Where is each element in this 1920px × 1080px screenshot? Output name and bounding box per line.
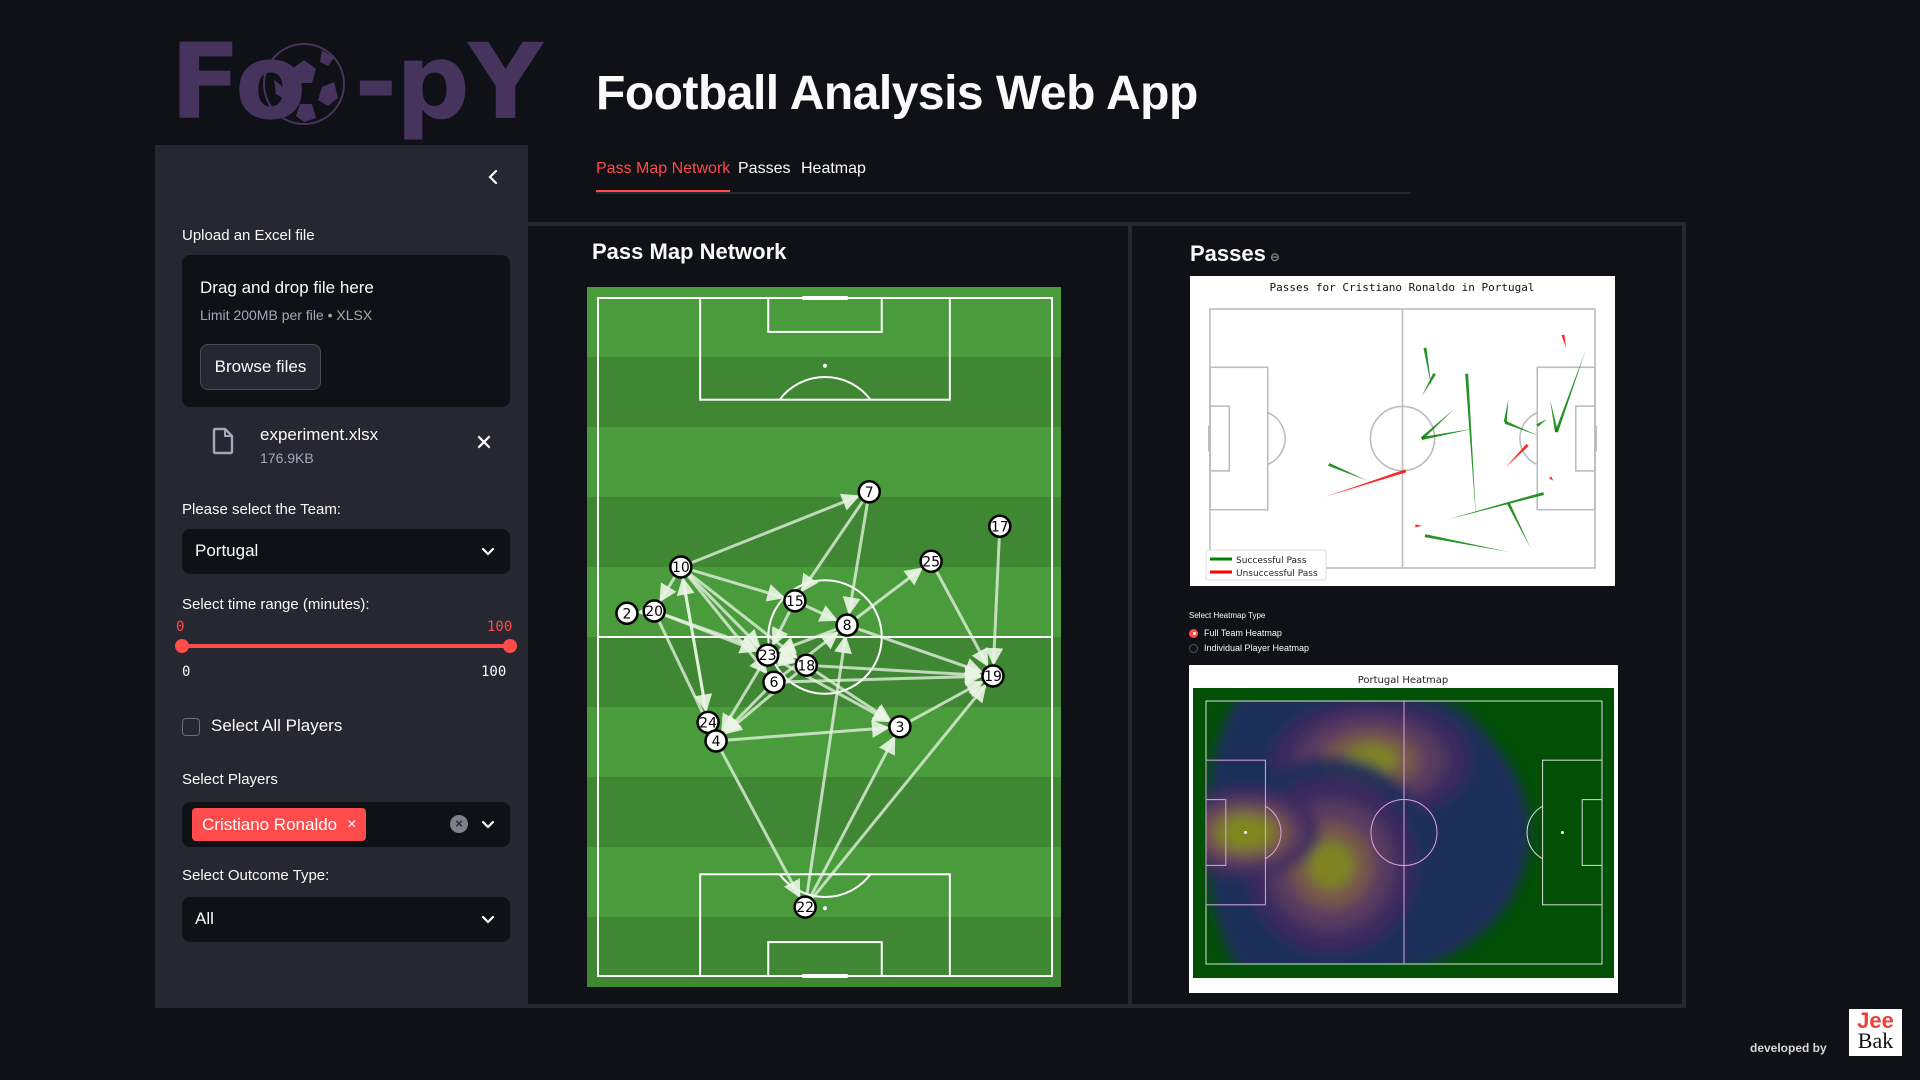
sidebar: Upload an Excel file Drag and drop file … (155, 145, 528, 1008)
collapse-sidebar-button[interactable] (481, 165, 505, 189)
player-number: 15 (786, 594, 804, 610)
top-goal (802, 296, 848, 300)
player-number: 8 (843, 618, 852, 634)
legend-label: Successful Pass (1236, 556, 1307, 566)
file-dropzone[interactable]: Drag and drop file here Limit 200MB per … (182, 255, 510, 407)
tab-pass-map-network[interactable]: Pass Map Network (596, 160, 731, 192)
team-label: Please select the Team: (182, 501, 341, 518)
slider-thumb-low[interactable] (175, 639, 189, 653)
page-title: Football Analysis Web App (596, 67, 1198, 120)
chart-title: Passes for Cristiano Ronaldo in Portugal (1270, 281, 1535, 294)
player-number: 19 (984, 669, 1002, 685)
passes-title-text: Passes (1190, 241, 1266, 266)
player-tag-label: Cristiano Ronaldo (202, 815, 338, 834)
team-select[interactable]: Portugal (182, 529, 510, 574)
left-penalty-spot (1244, 831, 1248, 834)
column-divider (1128, 226, 1132, 1008)
browse-files-button[interactable]: Browse files (200, 344, 321, 390)
player-tag: Cristiano Ronaldo × (192, 808, 367, 841)
time-range-label: Select time range (minutes): (182, 596, 370, 613)
app-logo: Fo -pY (170, 22, 543, 142)
player-number: 7 (865, 485, 874, 501)
heatmap-chart: Portugal Heatmap (1189, 665, 1618, 993)
time-range-slider[interactable] (182, 644, 510, 648)
radio-full-team[interactable]: Full Team Heatmap (1189, 628, 1282, 638)
file-name: experiment.xlsx (260, 425, 379, 444)
tab-heatmap[interactable]: Heatmap (801, 160, 866, 192)
radio-selected-icon (1189, 628, 1198, 638)
player-number: 24 (699, 715, 717, 731)
chevron-down-icon (481, 820, 495, 829)
radio-unselected-icon (1189, 643, 1198, 653)
dropzone-title: Drag and drop file here (200, 278, 374, 297)
brand-bottom: Bak (1857, 1028, 1894, 1053)
clear-all-icon[interactable]: × (450, 815, 468, 833)
right-goal (1594, 425, 1597, 452)
top-penalty-spot (823, 363, 827, 368)
uploaded-file: experiment.xlsx 176.9KB ✕ (182, 417, 510, 477)
pass-map-title: Pass Map Network (592, 239, 787, 264)
dropzone-limit: Limit 200MB per file • XLSX (200, 307, 373, 323)
players-multiselect[interactable]: Cristiano Ronaldo × × (182, 802, 510, 847)
close-icon: ✕ (474, 430, 494, 455)
player-number: 20 (645, 604, 663, 620)
select-all-players-checkbox[interactable] (182, 718, 200, 736)
legend-label: Unsuccessful Pass (1236, 569, 1318, 579)
chart-legend: Successful Pass Unsuccessful Pass (1205, 549, 1327, 581)
developer-logo[interactable]: Jee Bak (1849, 1009, 1902, 1056)
remove-player-tag-button[interactable]: × (347, 808, 356, 841)
slider-max: 100 (481, 664, 507, 680)
bottom-penalty-spot (823, 906, 827, 911)
player-number: 4 (712, 734, 721, 750)
slider-thumb-high[interactable] (503, 639, 517, 653)
player-number: 22 (796, 900, 814, 916)
team-select-value: Portugal (195, 541, 259, 560)
file-icon (212, 427, 234, 455)
player-number: 17 (991, 519, 1009, 535)
radio-individual-label: Individual Player Heatmap (1204, 643, 1310, 653)
left-goal (1208, 425, 1211, 452)
right-penalty-spot (1560, 831, 1564, 834)
slider-high-value: 100 (487, 619, 513, 635)
chevron-down-icon (481, 915, 495, 924)
passes-chart: Passes for Cristiano Ronaldo in Portugal… (1190, 276, 1615, 586)
passes-title: Passes ⊖ (1190, 241, 1280, 267)
remove-file-button[interactable]: ✕ (472, 431, 496, 455)
logo-text: Fo -pY (170, 21, 543, 143)
player-number: 25 (922, 554, 940, 570)
outcome-select-value: All (195, 909, 214, 928)
bottom-goal (802, 974, 848, 978)
player-number: 23 (759, 648, 777, 664)
radio-full-team-label: Full Team Heatmap (1204, 628, 1282, 638)
players-label: Select Players (182, 771, 278, 788)
tab-passes[interactable]: Passes (738, 160, 790, 192)
player-number: 10 (672, 560, 690, 576)
chevron-down-icon (481, 547, 495, 556)
tab-bar: Pass Map Network Passes Heatmap (596, 158, 1410, 194)
pass-network-chart: 7 17 10 25 2 20 15 8 23 18 6 19 24 4 3 22 (587, 287, 1061, 987)
radio-individual-player[interactable]: Individual Player Heatmap (1189, 643, 1309, 653)
select-all-players-label: Select All Players (211, 716, 343, 735)
chart-title: Portugal Heatmap (1358, 675, 1449, 686)
player-number: 6 (769, 675, 778, 691)
slider-low-value: 0 (176, 619, 185, 635)
player-number: 2 (622, 606, 631, 622)
outcome-label: Select Outcome Type: (182, 867, 330, 884)
developed-by-text: developed by (1750, 1041, 1827, 1055)
slider-min: 0 (182, 664, 191, 680)
heat-contour (1308, 841, 1355, 890)
link-icon[interactable]: ⊖ (1270, 250, 1280, 264)
chevron-left-icon (488, 169, 498, 185)
upload-label: Upload an Excel file (182, 227, 315, 244)
player-number: 18 (797, 658, 815, 674)
outcome-select[interactable]: All (182, 897, 510, 942)
heatmap-type-label: Select Heatmap Type (1189, 611, 1266, 620)
player-number: 3 (895, 720, 904, 736)
file-size: 176.9KB (260, 450, 314, 466)
